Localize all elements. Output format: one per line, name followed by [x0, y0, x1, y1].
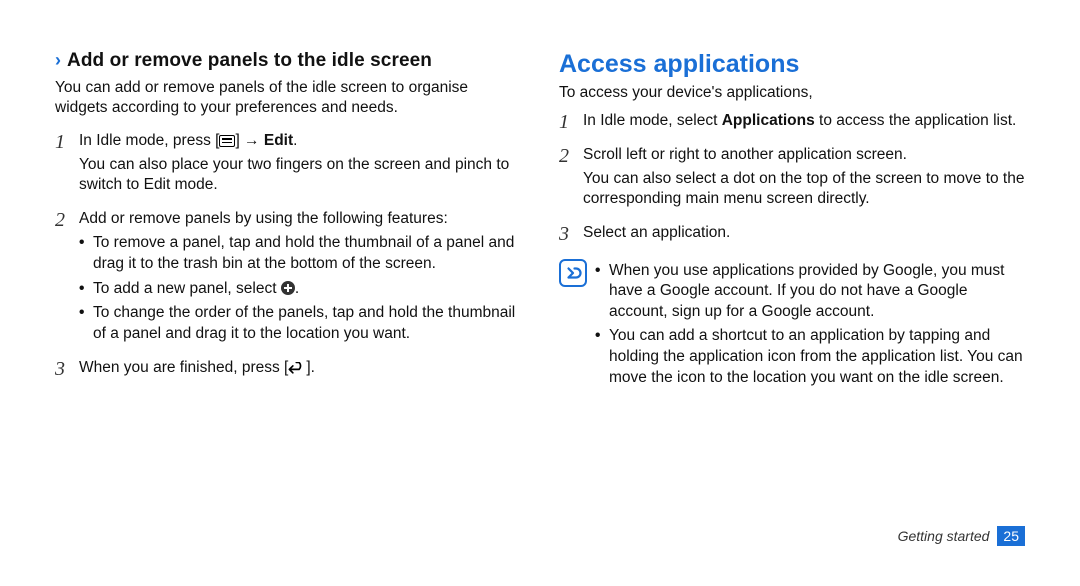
- step-number: 1: [559, 111, 583, 133]
- step-number: 3: [559, 223, 583, 245]
- footer-section: Getting started: [898, 528, 990, 544]
- bullet-text: .: [295, 280, 299, 297]
- step-text: Scroll left or right to another applicat…: [583, 145, 1025, 166]
- left-subheading-text: Add or remove panels to the idle screen: [67, 50, 432, 72]
- page-footer: Getting started 25: [55, 526, 1025, 546]
- left-step-2: 2 Add or remove panels by using the foll…: [55, 209, 521, 349]
- step-text: When you are finished, press [: [79, 359, 288, 376]
- right-intro: To access your device's applications,: [559, 83, 1025, 103]
- plus-icon: [281, 281, 295, 295]
- note-bullet-google: When you use applications provided by Go…: [595, 261, 1025, 323]
- chevron-icon: ›: [55, 50, 61, 71]
- applications-bold: Applications: [722, 112, 815, 129]
- step-number: 2: [55, 209, 79, 231]
- left-subheading: › Add or remove panels to the idle scree…: [55, 50, 521, 72]
- right-step-2: 2 Scroll left or right to another applic…: [559, 145, 1025, 213]
- edit-bold: Edit: [264, 132, 293, 149]
- footer-page-number: 25: [997, 526, 1025, 546]
- step-text: You can also select a dot on the top of …: [583, 169, 1025, 210]
- step-text: You can also place your two fingers on t…: [79, 155, 521, 196]
- step-text: ].: [306, 359, 315, 376]
- step-text: ] →: [235, 132, 263, 149]
- step-text: In Idle mode, press [: [79, 132, 219, 149]
- left-intro: You can add or remove panels of the idle…: [55, 78, 521, 119]
- bullet-text: To add a new panel, select: [93, 280, 281, 297]
- right-heading: Access applications: [559, 50, 1025, 79]
- step-text: Select an application.: [583, 223, 1025, 244]
- bullet-reorder-panel: To change the order of the panels, tap a…: [79, 303, 521, 344]
- back-icon: [288, 360, 306, 381]
- bullet-add-panel: To add a new panel, select .: [79, 279, 521, 300]
- step-number: 1: [55, 131, 79, 153]
- note-bullet-shortcut: You can add a shortcut to an application…: [595, 326, 1025, 388]
- menu-icon: [219, 135, 235, 147]
- step-number: 2: [559, 145, 583, 167]
- left-step-3: 3 When you are finished, press [].: [55, 358, 521, 384]
- left-step-1: 1 In Idle mode, press [ ] → Edit. You can…: [55, 131, 521, 199]
- note-icon: [559, 259, 587, 287]
- step-number: 3: [55, 358, 79, 380]
- step-text: .: [293, 132, 297, 149]
- bullet-remove-panel: To remove a panel, tap and hold the thum…: [79, 233, 521, 274]
- step-text: to access the application list.: [815, 112, 1017, 129]
- step-text: In Idle mode, select: [583, 112, 722, 129]
- right-step-3: 3 Select an application.: [559, 223, 1025, 247]
- step-text: Add or remove panels by using the follow…: [79, 209, 521, 230]
- note-box: When you use applications provided by Go…: [559, 257, 1025, 393]
- right-step-1: 1 In Idle mode, select Applications to a…: [559, 111, 1025, 135]
